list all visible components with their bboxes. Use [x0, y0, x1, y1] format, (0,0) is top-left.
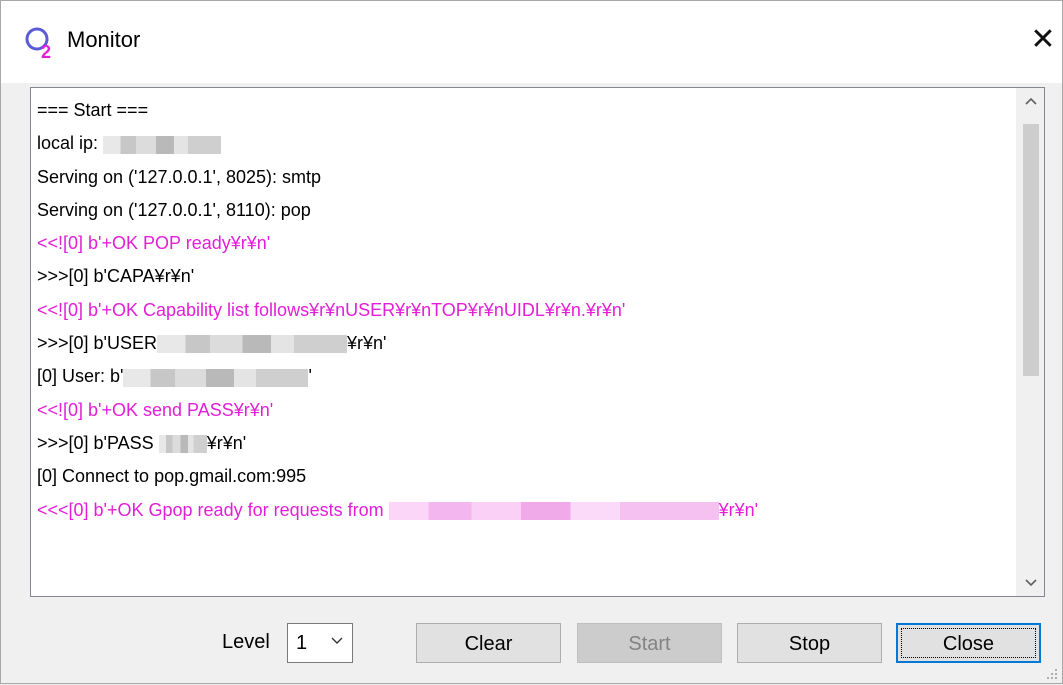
log-text: [0] User: b' [37, 366, 124, 387]
start-button[interactable]: Start [577, 623, 722, 663]
log-line: local ip: [redacted] [37, 127, 1014, 160]
log-text: local ip: [37, 133, 104, 154]
level-value: 1 [296, 632, 308, 654]
log-text: >>>[0] b'PASS [37, 432, 159, 453]
chevron-down-icon[interactable] [1017, 570, 1044, 596]
redacted-block: [redacted] [123, 368, 309, 387]
log-text: >>>[0] b'CAPA¥r¥n' [37, 266, 195, 287]
log-line: <<![0] b'+OK Capability list follows¥r¥n… [37, 294, 1014, 327]
app-icon: 2 [23, 25, 63, 62]
log-textarea[interactable]: === Start === local ip: [redacted] Serving… [30, 87, 1045, 597]
log-text: ¥r¥n' [206, 432, 247, 453]
log-text: <<<[0] b'+OK Gpop ready for requests fro… [37, 499, 389, 520]
log-text: === Start === [37, 100, 149, 120]
log-line: <<![0] b'+OK send PASS¥r¥n' [37, 394, 1014, 427]
redacted-block: [redacted] [388, 501, 719, 520]
log-text: Serving on ('127.0.0.1', 8025): smtp [37, 166, 322, 187]
redacted-block: [redacted] [158, 435, 207, 454]
log-text: Serving on ('127.0.0.1', 8110): pop [37, 199, 311, 220]
monitor-window: 2 Monitor ✕ === Start === local ip: [reda… [0, 0, 1063, 684]
redacted-block: [redacted] [103, 135, 222, 154]
log-line: [0] Connect to pop.gmail.com:995 [37, 460, 1014, 493]
log-text: <<![0] b'+OK send PASS¥r¥n' [37, 399, 274, 420]
focus-rect [901, 628, 1036, 658]
scroll-thumb[interactable] [1023, 124, 1039, 376]
svg-text:2: 2 [41, 42, 51, 61]
log-text: <<![0] b'+OK Capability list follows¥r¥n… [37, 299, 626, 320]
log-text: ' [308, 366, 312, 387]
clear-button[interactable]: Clear [416, 623, 561, 663]
resize-grip-icon[interactable] [1046, 667, 1058, 679]
log-lines: === Start === local ip: [redacted] Serving… [37, 94, 1014, 527]
log-line: >>>[0] b'USER[redacted]¥r¥n' [37, 327, 1014, 360]
close-button[interactable]: Close [896, 623, 1041, 663]
log-line: >>>[0] b'CAPA¥r¥n' [37, 260, 1014, 293]
level-label: Level [222, 631, 270, 653]
log-line: Serving on ('127.0.0.1', 8110): pop [37, 194, 1014, 227]
level-select[interactable]: 1 [287, 623, 353, 663]
log-line: >>>[0] b'PASS [redacted]¥r¥n' [37, 427, 1014, 460]
log-text: ¥r¥n' [347, 333, 387, 354]
log-line: <<<[0] b'+OK Gpop ready for requests fro… [37, 494, 1014, 527]
log-text: <<![0] b'+OK POP ready¥r¥n' [37, 233, 271, 254]
vertical-scrollbar[interactable] [1016, 88, 1044, 596]
redacted-block: [redacted] [157, 335, 348, 354]
chevron-up-icon[interactable] [1017, 88, 1044, 114]
stop-button[interactable]: Stop [737, 623, 882, 663]
log-text: >>>[0] b'USER [37, 333, 158, 354]
log-line: <<![0] b'+OK POP ready¥r¥n' [37, 227, 1014, 260]
window-title: Monitor [67, 27, 141, 52]
title-bar: 2 Monitor ✕ [1, 1, 1062, 83]
log-line: [0] User: b'[redacted]' [37, 360, 1014, 393]
close-icon[interactable]: ✕ [1027, 23, 1059, 57]
log-text: ¥r¥n' [718, 499, 759, 520]
chevron-down-icon [330, 633, 344, 651]
log-text: [0] Connect to pop.gmail.com:995 [37, 466, 307, 487]
log-line: === Start === [37, 94, 1014, 127]
log-line: Serving on ('127.0.0.1', 8025): smtp [37, 161, 1014, 194]
